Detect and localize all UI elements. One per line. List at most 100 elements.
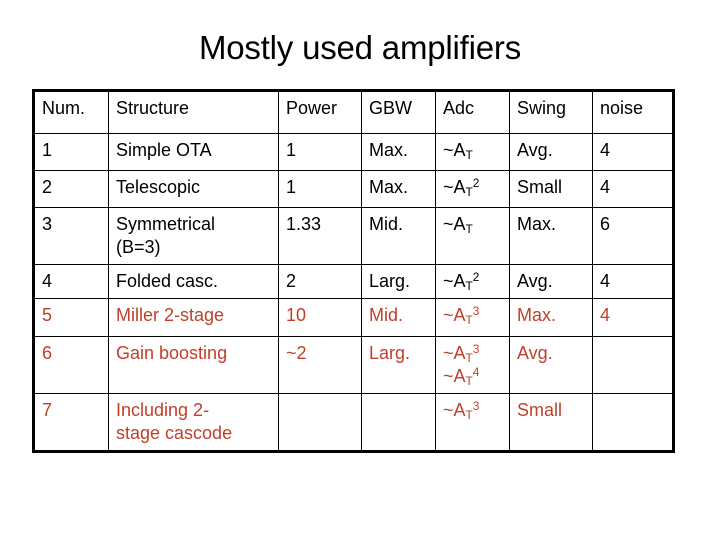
cell-swing: Max. xyxy=(509,298,593,337)
cell-gbw: Larg. xyxy=(361,264,436,299)
gain-expression: ~AT3 xyxy=(443,399,480,423)
cell-power: 10 xyxy=(278,298,362,337)
gain-subscript: T xyxy=(465,148,473,163)
column-header-label: Structure xyxy=(116,98,190,118)
cell-value: stage cascode xyxy=(116,423,233,443)
cell-gbw: Larg. xyxy=(361,336,436,394)
table-row: 4 Folded casc. 2 Larg. ~AT2 Avg. 4 xyxy=(33,264,674,299)
gain-subscript: T xyxy=(465,279,473,294)
gain-exponent: 3 xyxy=(472,304,480,319)
column-header-label: Adc xyxy=(443,98,475,118)
gain-expression: ~AT2 xyxy=(443,176,480,200)
cell-structure: Including 2- stage cascode xyxy=(108,393,279,452)
gain-exponent: 4 xyxy=(472,365,480,380)
cell-value: Mid. xyxy=(369,214,404,234)
amplifiers-table: Num. Structure Power GBW Adc Swing noise 1 Simpl… xyxy=(32,89,675,453)
gain-expression: ~AT xyxy=(443,214,473,237)
cell-value: Small xyxy=(517,400,563,420)
cell-adc: ~AT2 xyxy=(435,264,510,299)
cell-value: ~2 xyxy=(286,343,307,363)
cell-value: Simple OTA xyxy=(116,140,212,160)
cell-structure: Gain boosting xyxy=(108,336,279,394)
cell-value: 6 xyxy=(600,214,611,234)
gain-exponent: 2 xyxy=(472,270,480,285)
cell-value: 4 xyxy=(42,271,53,291)
cell-value: Miller 2-stage xyxy=(116,305,225,325)
cell-noise xyxy=(592,336,674,394)
column-header-label: GBW xyxy=(369,98,412,118)
cell-value: Gain boosting xyxy=(116,343,228,363)
table-row: 5 Miller 2-stage 10 Mid. ~AT3 Max. 4 xyxy=(33,298,674,337)
cell-value: Larg. xyxy=(369,343,411,363)
column-header-label: noise xyxy=(600,98,644,118)
column-header-gbw: GBW xyxy=(361,90,436,134)
cell-value: 1 xyxy=(286,177,297,197)
cell-num: 1 xyxy=(33,133,109,171)
gain-expression: ~AT3 xyxy=(443,342,480,366)
cell-value: 4 xyxy=(600,271,611,291)
cell-num: 4 xyxy=(33,264,109,299)
cell-structure: Telescopic xyxy=(108,170,279,208)
cell-value: 1 xyxy=(286,140,297,160)
cell-swing: Small xyxy=(509,170,593,208)
gain-exponent: 2 xyxy=(472,176,480,191)
cell-noise: 4 xyxy=(592,264,674,299)
cell-value: 5 xyxy=(42,305,53,325)
cell-noise: 4 xyxy=(592,170,674,208)
cell-value: Mid. xyxy=(369,305,404,325)
cell-power: 1 xyxy=(278,133,362,171)
cell-power xyxy=(278,393,362,452)
gain-subscript: T xyxy=(465,351,473,366)
cell-value: 10 xyxy=(286,305,307,325)
cell-value: Avg. xyxy=(517,271,553,291)
cell-num: 2 xyxy=(33,170,109,208)
page-title: Mostly used amplifiers xyxy=(198,29,522,66)
table-header-row: Num. Structure Power GBW Adc Swing noise xyxy=(33,90,674,134)
cell-adc: ~AT3 xyxy=(435,393,510,452)
cell-value: Max. xyxy=(517,305,557,325)
gain-subscript: T xyxy=(465,408,473,423)
cell-power: 1.33 xyxy=(278,207,362,265)
cell-num: 5 xyxy=(33,298,109,337)
cell-gbw: Mid. xyxy=(361,207,436,265)
cell-value: Max. xyxy=(369,177,409,197)
cell-power: 2 xyxy=(278,264,362,299)
table-row: 3 Symmetrical (B=3) 1.33 Mid. ~AT Max. 6 xyxy=(33,207,674,265)
gain-subscript: T xyxy=(465,313,473,328)
gain-subscript: T xyxy=(465,374,473,389)
slide-canvas: Mostly used amplifiers Num. Structure Powe… xyxy=(0,0,720,540)
column-header-structure: Structure xyxy=(108,90,279,134)
table-body: Num. Structure Power GBW Adc Swing noise 1 Simpl… xyxy=(33,90,674,452)
cell-value: 2 xyxy=(42,177,53,197)
cell-power: ~2 xyxy=(278,336,362,394)
gain-expression: ~AT xyxy=(443,140,473,163)
column-header-swing: Swing xyxy=(509,90,593,134)
cell-adc: ~AT xyxy=(435,133,510,171)
column-header-label: Num. xyxy=(42,98,86,118)
cell-noise: 4 xyxy=(592,133,674,171)
cell-swing: Avg. xyxy=(509,264,593,299)
cell-adc: ~AT3 ~AT4 xyxy=(435,336,510,394)
cell-value: 6 xyxy=(42,343,53,363)
cell-adc: ~AT3 xyxy=(435,298,510,337)
cell-gbw: Max. xyxy=(361,133,436,171)
cell-gbw: Mid. xyxy=(361,298,436,337)
column-header-noise: noise xyxy=(592,90,674,134)
cell-swing: Avg. xyxy=(509,133,593,171)
cell-power: 1 xyxy=(278,170,362,208)
cell-adc: ~AT2 xyxy=(435,170,510,208)
cell-value: 4 xyxy=(600,177,611,197)
cell-gbw xyxy=(361,393,436,452)
cell-value: Avg. xyxy=(517,343,553,363)
cell-noise xyxy=(592,393,674,452)
cell-value: Larg. xyxy=(369,271,411,291)
gain-expression: ~AT2 xyxy=(443,270,480,294)
cell-swing: Max. xyxy=(509,207,593,265)
gain-exponent: 3 xyxy=(472,342,480,357)
column-header-num: Num. xyxy=(33,90,109,134)
column-header-label: Power xyxy=(286,98,338,118)
cell-value: 4 xyxy=(600,305,611,325)
cell-value: Max. xyxy=(369,140,409,160)
table-row: 2 Telescopic 1 Max. ~AT2 Small 4 xyxy=(33,170,674,208)
cell-value: 1.33 xyxy=(286,214,322,234)
